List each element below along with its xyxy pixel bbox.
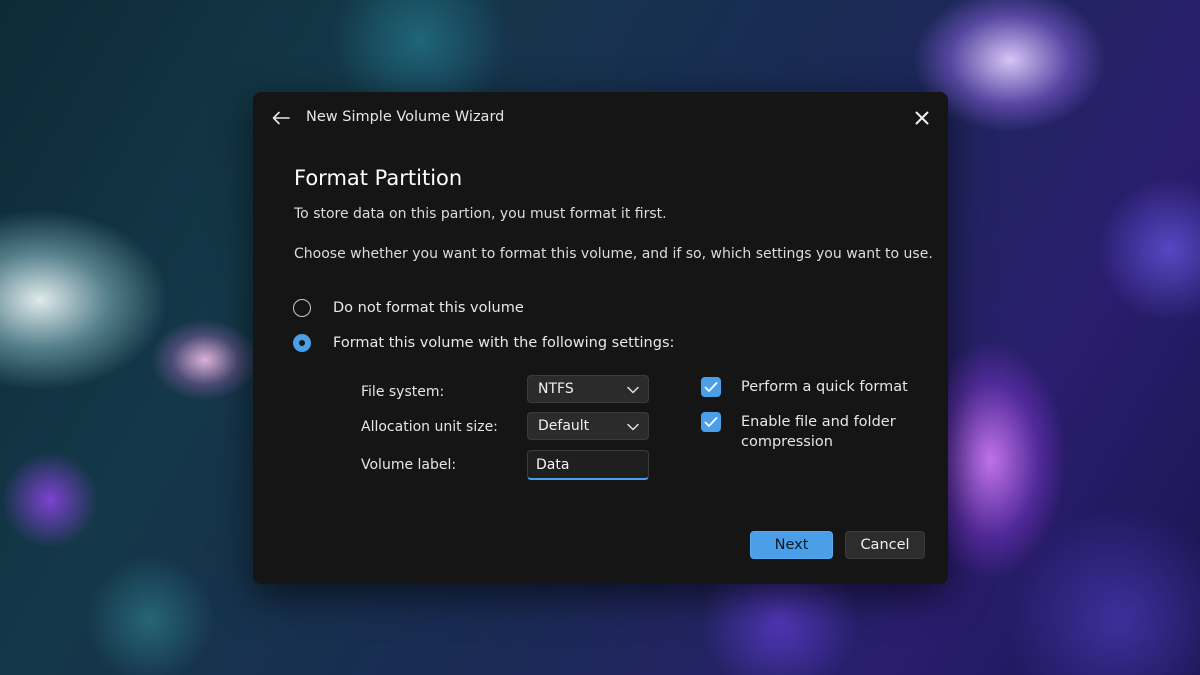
volume-label-label: Volume label: bbox=[361, 457, 457, 473]
intro-text: To store data on this partion, you must … bbox=[294, 206, 667, 222]
quick-format-checkbox[interactable] bbox=[701, 377, 721, 397]
compression-label: Enable file and folder compression bbox=[741, 414, 896, 450]
chevron-down-icon bbox=[627, 386, 639, 394]
allocation-unit-label: Allocation unit size: bbox=[361, 419, 498, 435]
radio-button[interactable] bbox=[293, 299, 311, 317]
radio-label: Format this volume with the following se… bbox=[333, 335, 675, 351]
allocation-unit-dropdown[interactable]: Default bbox=[527, 412, 649, 440]
radio-do-not-format[interactable]: Do not format this volume bbox=[293, 299, 524, 317]
radio-button-selected[interactable] bbox=[293, 334, 311, 352]
compression-checkbox-row[interactable]: Enable file and folder compression bbox=[701, 412, 911, 452]
allocation-unit-value: Default bbox=[538, 418, 590, 434]
chevron-down-icon bbox=[627, 423, 639, 431]
quick-format-label: Perform a quick format bbox=[741, 379, 908, 395]
radio-label: Do not format this volume bbox=[333, 300, 524, 316]
radio-format-volume[interactable]: Format this volume with the following se… bbox=[293, 334, 674, 352]
checkmark-icon bbox=[704, 417, 718, 427]
title-bar: New Simple Volume Wizard bbox=[253, 92, 948, 144]
file-system-dropdown[interactable]: NTFS bbox=[527, 375, 649, 403]
wizard-dialog: New Simple Volume Wizard Format Partitio… bbox=[253, 92, 948, 584]
next-button[interactable]: Next bbox=[750, 531, 833, 559]
file-system-value: NTFS bbox=[538, 381, 574, 397]
arrow-left-icon[interactable] bbox=[269, 106, 293, 130]
checkmark-icon bbox=[704, 382, 718, 392]
page-heading: Format Partition bbox=[294, 166, 463, 190]
window-title: New Simple Volume Wizard bbox=[306, 109, 505, 125]
file-system-label: File system: bbox=[361, 384, 445, 400]
volume-label-input[interactable] bbox=[527, 450, 649, 480]
compression-checkbox[interactable] bbox=[701, 412, 721, 432]
cancel-button[interactable]: Cancel bbox=[845, 531, 925, 559]
quick-format-checkbox-row[interactable]: Perform a quick format bbox=[701, 377, 908, 397]
close-icon[interactable] bbox=[910, 106, 934, 130]
instructions-text: Choose whether you want to format this v… bbox=[294, 246, 933, 262]
